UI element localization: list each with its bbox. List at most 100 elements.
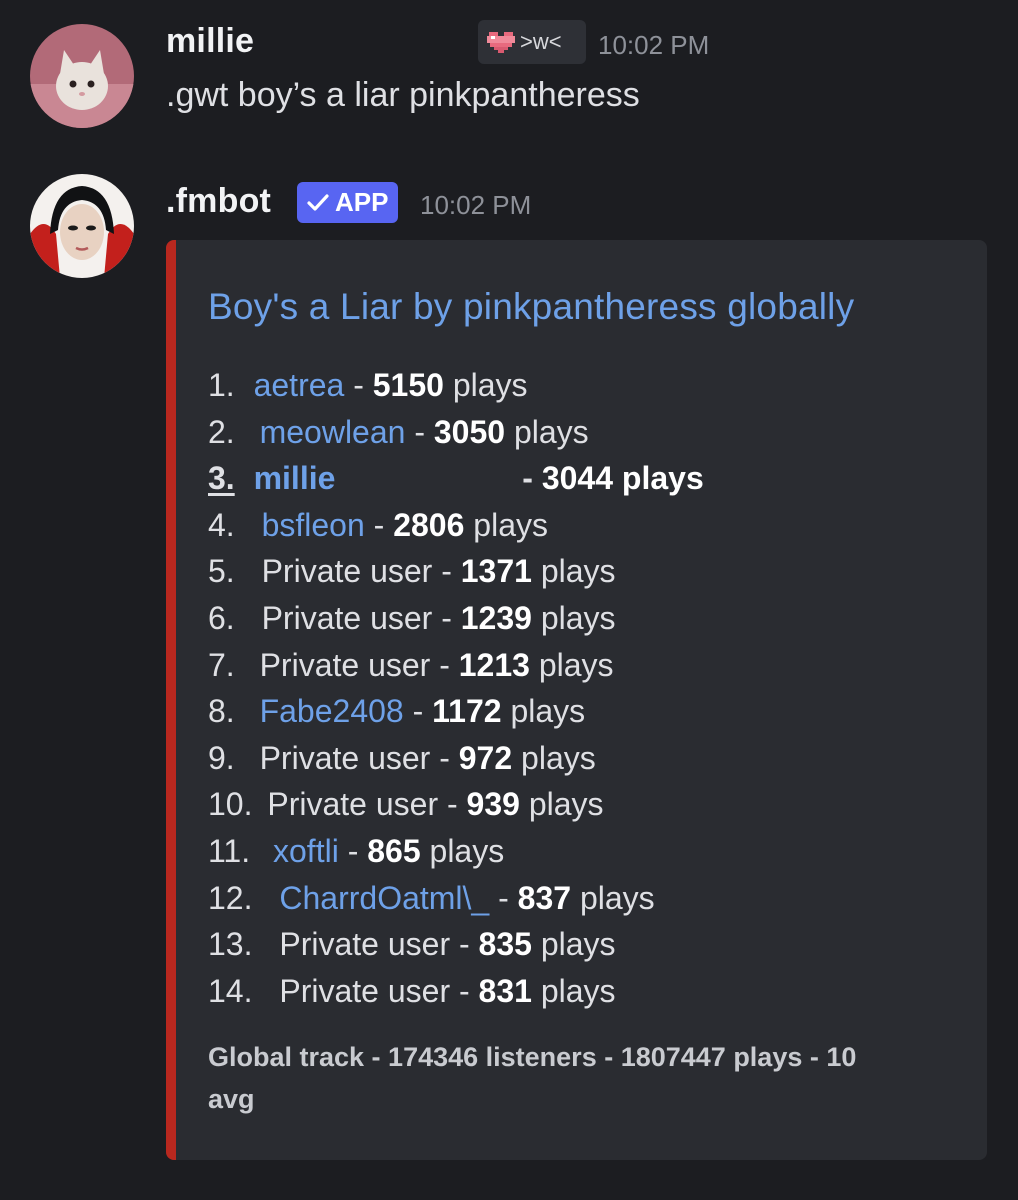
checkmark-icon [307,193,329,211]
rank-number: 7. [208,646,235,683]
play-count: 1371 [460,553,532,590]
plays-unit: plays [531,972,616,1009]
plays-unit: plays [420,832,505,869]
plays-unit: plays [531,926,616,963]
rank-user-link[interactable]: millie [254,460,336,496]
rank-separator: - [403,693,433,730]
rank-separator: - [450,972,479,1009]
rank-row: 13. Private user - 835 plays [208,921,704,968]
rank-separator: - [489,879,518,916]
rank-number: 4. [208,506,235,543]
play-count: 939 [466,786,520,823]
millie-avatar[interactable] [30,24,134,128]
rank-user-link[interactable]: Fabe2408 [260,693,404,729]
play-count: 831 [478,972,532,1009]
rank-user: Private user [267,786,439,823]
rank-row: 14. Private user - 831 plays [208,968,704,1015]
plays-unit: plays [512,739,596,776]
status-text: >w< [520,29,562,54]
rank-row: 9. Private user - 972 plays [208,735,704,782]
rank-number: 8. [208,693,235,730]
rank-user: Private user [279,972,451,1009]
rank-user: Private user [261,553,433,590]
rank-row: 4. bsfleon - 2806 plays [208,502,704,549]
rank-number: 14. [208,972,253,1009]
app-badge-label: APP [335,187,389,217]
rank-row: 7. Private user - 1213 plays [208,642,704,689]
rank-row: 11. xoftli - 865 plays [208,828,704,875]
rank-row: 12. CharrdOatml\_ - 837 plays [208,875,704,922]
rank-row: 5. Private user - 1371 plays [208,548,704,595]
play-count: 5150 [372,367,444,403]
play-count: 865 [367,832,421,869]
play-count: 835 [478,926,532,963]
rank-user-link[interactable]: meowlean [260,414,406,450]
rank-separator: - [430,739,459,776]
message-content: .gwt boy’s a liar pinkpantheress [166,76,640,114]
play-count: 1213 [458,646,530,683]
fmbot-embed: Boy's a Liar by pinkpantheress globally … [166,240,987,1160]
plays-unit: plays [613,460,704,497]
embed-title[interactable]: Boy's a Liar by pinkpantheress globally [208,286,854,328]
play-count: 972 [458,739,513,776]
plays-unit: plays [571,879,655,916]
rank-user: Private user [259,646,431,683]
plays-unit: plays [519,786,604,823]
chat-view: millie >w< 10:02 PM .gwt boy’s a liar pi… [0,0,1018,1200]
cat-avatar-icon [30,24,134,128]
message-timestamp: 10:02 PM [598,30,710,60]
rank-user-link[interactable]: aetrea [254,367,345,403]
rank-number: 2. [208,413,235,450]
rank-separator: - [450,926,479,963]
rank-user-link[interactable]: xoftli [273,833,339,869]
rank-separator: - [438,786,467,823]
rank-row-current-user: 3. millie - 3044 plays [208,455,704,502]
plays-unit: plays [531,599,616,636]
rank-list: 1. aetrea - 5150 plays 2. meowlean - 305… [208,362,704,1014]
rank-separator: - [513,460,542,497]
rank-separator: - [405,413,434,450]
play-count: 2806 [393,506,465,543]
rank-row: 8. Fabe2408 - 1172 plays [208,688,704,735]
rank-number: 10. [208,786,253,823]
rank-row: 1. aetrea - 5150 plays [208,362,704,409]
message-timestamp: 10:02 PM [420,190,532,220]
rank-number: 12. [208,879,253,916]
message-author[interactable]: millie [166,22,254,61]
play-count: 1239 [460,599,532,636]
rank-number: 9. [208,739,235,776]
rank-separator: - [364,506,394,543]
plays-unit: plays [505,413,589,450]
rank-number: 3. [208,460,235,497]
bot-avatar-icon [30,174,134,278]
play-count: 1172 [432,693,502,730]
rank-separator: - [432,599,461,636]
rank-user-link[interactable]: CharrdOatml\_ [279,880,489,916]
play-count: 3044 [541,460,614,497]
play-count: 837 [517,879,572,916]
custom-status: >w< [478,20,586,64]
pixel-heart-icon [487,32,515,53]
rank-number: 11. [208,832,251,869]
rank-separator: - [430,646,459,683]
rank-separator: - [432,553,461,590]
rank-user-link[interactable]: bsfleon [262,507,365,543]
redacted-area [335,461,514,500]
rank-number: 5. [208,553,235,590]
rank-user: Private user [261,599,433,636]
play-count: 3050 [433,413,506,450]
rank-row: 10. Private user - 939 plays [208,781,704,828]
fmbot-avatar[interactable] [30,174,134,278]
plays-unit: plays [464,506,548,543]
plays-unit: plays [531,553,616,590]
message-author[interactable]: .fmbot [166,182,271,221]
rank-row: 6. Private user - 1239 plays [208,595,704,642]
rank-number: 13. [208,926,253,963]
rank-number: 1. [208,367,235,403]
plays-unit: plays [529,646,614,683]
plays-unit: plays [501,693,586,730]
app-badge: APP [297,182,399,223]
rank-separator: - [338,832,368,869]
embed-footer: Global track - 174346 listeners - 180744… [208,1042,857,1114]
plays-unit: plays [443,367,528,403]
